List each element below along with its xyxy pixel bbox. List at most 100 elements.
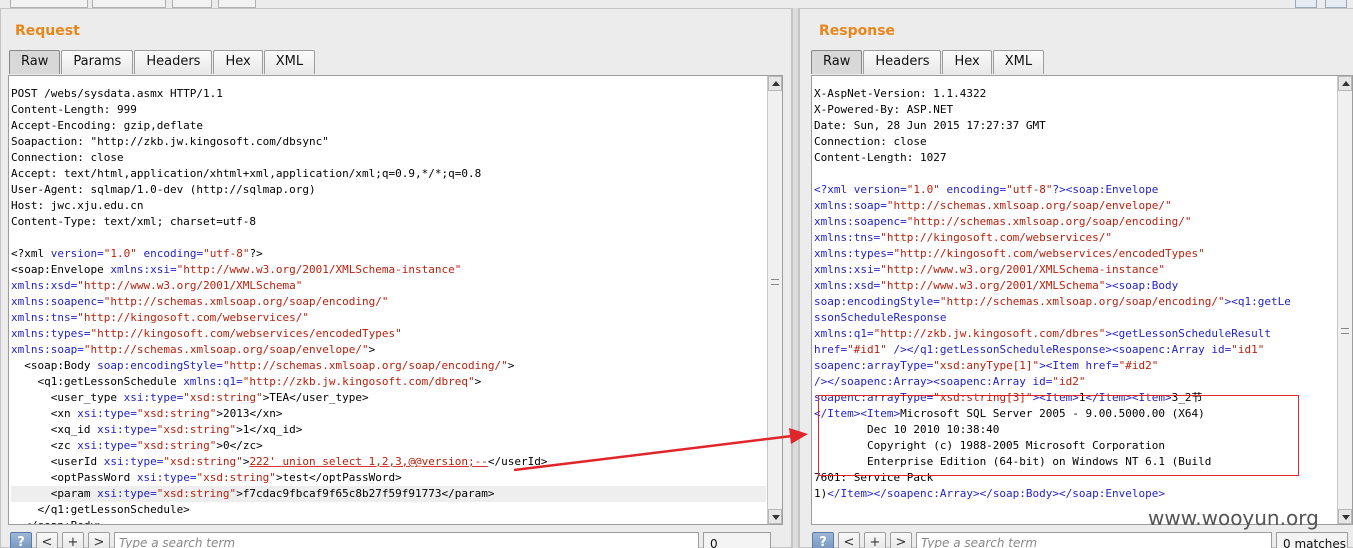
top-toolbar-strip [0, 0, 1353, 8]
request-code-token: <user_type [11, 391, 124, 404]
response-code-token: ?> [1052, 183, 1066, 196]
request-code-line: Host: jwc.xju.edu.cn [11, 198, 766, 214]
scroll-thumb-grip[interactable] [1341, 328, 1349, 334]
request-editor[interactable]: POST /webs/sysdata.asmx HTTP/1.1 Content-… [8, 75, 783, 525]
request-code-token: "xsd:string" [196, 471, 276, 484]
response-code-line: 1)</Item></soapenc:Array></soap:Body></s… [814, 486, 1336, 502]
request-tab-xml[interactable]: XML [263, 50, 316, 74]
request-code-line: xmlns:types="http://kingosoft.com/webser… [11, 326, 766, 342]
request-code-line: <user_type xsi:type="xsd:string">TEA</us… [11, 390, 766, 406]
request-code-token: User-Agent: sqlmap/1.0-dev (http://sqlma… [11, 183, 316, 196]
response-code-token: "http://schemas.xmlsoap.org/soap/encodin… [906, 215, 1192, 228]
request-code-line: </soap:Body> [11, 518, 766, 524]
request-code-line: xmlns:tns="http://kingosoft.com/webservi… [11, 310, 766, 326]
response-tab-xml[interactable]: XML [992, 50, 1045, 74]
panel-splitter[interactable] [792, 8, 799, 548]
response-match-count: 0 matches [1276, 532, 1348, 548]
response-code-token: xmlns:xsi= [814, 263, 881, 276]
request-raw-text[interactable]: POST /webs/sysdata.asmx HTTP/1.1 Content-… [11, 86, 766, 524]
response-tab-raw[interactable]: Raw [811, 50, 863, 74]
response-code-token: </Item></soapenc:Array></soap:Body></soa… [827, 487, 1166, 500]
request-code-token: encoding= [143, 247, 204, 260]
response-tab-hex[interactable]: Hex [942, 50, 992, 74]
scroll-up-icon[interactable] [768, 76, 782, 91]
search-options-button[interactable]: + [62, 532, 84, 548]
request-code-token: "xsd:string" [136, 439, 217, 452]
request-code-token: xsi:type= [97, 487, 157, 500]
request-code-token: <optPassWord [11, 471, 137, 484]
previous-match-button[interactable]: < [838, 532, 860, 548]
response-code-token: "http://www.w3.org/2001/XMLSchema" [880, 279, 1106, 292]
request-code-token: > [474, 375, 482, 388]
response-code-line: X-Powered-By: ASP.NET [814, 102, 1336, 118]
response-code-token: ssonScheduleResponse [814, 311, 947, 324]
response-code-line: xmlns:xsd="http://www.w3.org/2001/XMLSch… [814, 278, 1336, 294]
next-match-button[interactable]: > [890, 532, 912, 548]
response-code-line: <?xml version="1.0" encoding="utf-8"?><s… [814, 182, 1336, 198]
response-code-token: id= [1211, 343, 1232, 356]
request-tabs: Raw Params Headers Hex XML [9, 50, 316, 74]
response-code-token: "http://www.w3.org/2001/XMLSchema-instan… [880, 263, 1166, 276]
request-code-token: >1</xq_id> [236, 423, 303, 436]
response-code-line: soapenc:arrayType="xsd:anyType[1]"><Item… [814, 358, 1336, 374]
request-code-line: <soap:Body soap:encodingStyle="http://sc… [11, 358, 766, 374]
request-code-token: > [368, 343, 376, 356]
top-tab[interactable] [10, 0, 88, 8]
request-code-token: Soapaction: "http://zkb.jw.kingosoft.com… [11, 135, 329, 148]
search-options-button[interactable]: + [864, 532, 886, 548]
options-icon[interactable] [1325, 0, 1347, 8]
request-search-bar: ? < + > Type a search term 0 matches [10, 531, 771, 548]
scroll-thumb-grip[interactable] [771, 279, 779, 285]
response-title: Response [819, 23, 896, 39]
request-code-token: xsi:type= [77, 407, 137, 420]
response-code-token: xmlns:xsd= [814, 279, 881, 292]
help-icon[interactable] [1295, 0, 1317, 8]
request-search-input[interactable]: Type a search term [114, 532, 699, 548]
scroll-down-icon[interactable] [1338, 509, 1352, 524]
response-code-token: href= [814, 343, 848, 356]
request-scrollbar[interactable] [767, 76, 782, 524]
request-code-token: <zc [11, 439, 78, 452]
request-code-token: xsi:type= [103, 455, 164, 468]
request-code-token: "xsd:string" [156, 487, 237, 500]
scroll-up-icon[interactable] [1338, 76, 1352, 91]
response-code-line: soap:encodingStyle="http://schemas.xmlso… [814, 294, 1336, 310]
request-code-token: version= [50, 247, 104, 260]
response-code-token: X-Powered-By: ASP.NET [814, 103, 954, 116]
top-tab[interactable] [92, 0, 166, 8]
request-code-token: <soap:Envelope [11, 263, 111, 276]
response-code-token: <?xml [814, 183, 854, 196]
help-button[interactable]: ? [10, 532, 32, 548]
response-tab-headers[interactable]: Headers [863, 50, 942, 74]
request-code-token: <?xml [11, 247, 51, 260]
request-code-token: "http://www.w3.org/2001/XMLSchema" [77, 279, 303, 292]
request-tab-headers[interactable]: Headers [134, 50, 213, 74]
response-code-token: "id1" [1231, 343, 1265, 356]
response-code-token: "http://kingosoft.com/webservices/" [880, 231, 1113, 244]
scroll-down-icon[interactable] [768, 509, 782, 524]
request-code-line: <soap:Envelope xmlns:xsi="http://www.w3.… [11, 262, 766, 278]
response-search-input[interactable]: Type a search term [916, 532, 1272, 548]
request-code-token: "utf-8" [203, 247, 250, 260]
response-scrollbar[interactable] [1337, 76, 1352, 524]
top-tab[interactable] [218, 0, 256, 8]
response-code-token: soapenc:arrayType= [814, 359, 934, 372]
top-tab[interactable] [172, 0, 212, 8]
request-tab-params[interactable]: Params [61, 50, 134, 74]
help-button[interactable]: ? [812, 532, 834, 548]
request-code-token: "xsd:string" [136, 407, 217, 420]
request-code-token: Accept: text/html,application/xhtml+xml,… [11, 167, 482, 180]
response-code-token: "http://schemas.xmlsoap.org/soap/encodin… [939, 295, 1225, 308]
response-code-token: "http://zkb.jw.kingosoft.com/dbres" [873, 327, 1106, 340]
request-code-line: <userId xsi:type="xsd:string">222' union… [11, 454, 766, 470]
request-tab-raw[interactable]: Raw [9, 50, 61, 74]
response-code-token: Connection: close [814, 135, 927, 148]
request-code-token: "xsd:string" [156, 423, 237, 436]
request-tab-hex[interactable]: Hex [213, 50, 263, 74]
previous-match-button[interactable]: < [36, 532, 58, 548]
next-match-button[interactable]: > [88, 532, 110, 548]
response-code-line: xmlns:soapenc="http://schemas.xmlsoap.or… [814, 214, 1336, 230]
response-code-token: Content-Length: 1027 [814, 151, 947, 164]
request-code-line: Content-Type: text/xml; charset=utf-8 [11, 214, 766, 230]
request-code-token: xmlns:types= [11, 327, 91, 340]
